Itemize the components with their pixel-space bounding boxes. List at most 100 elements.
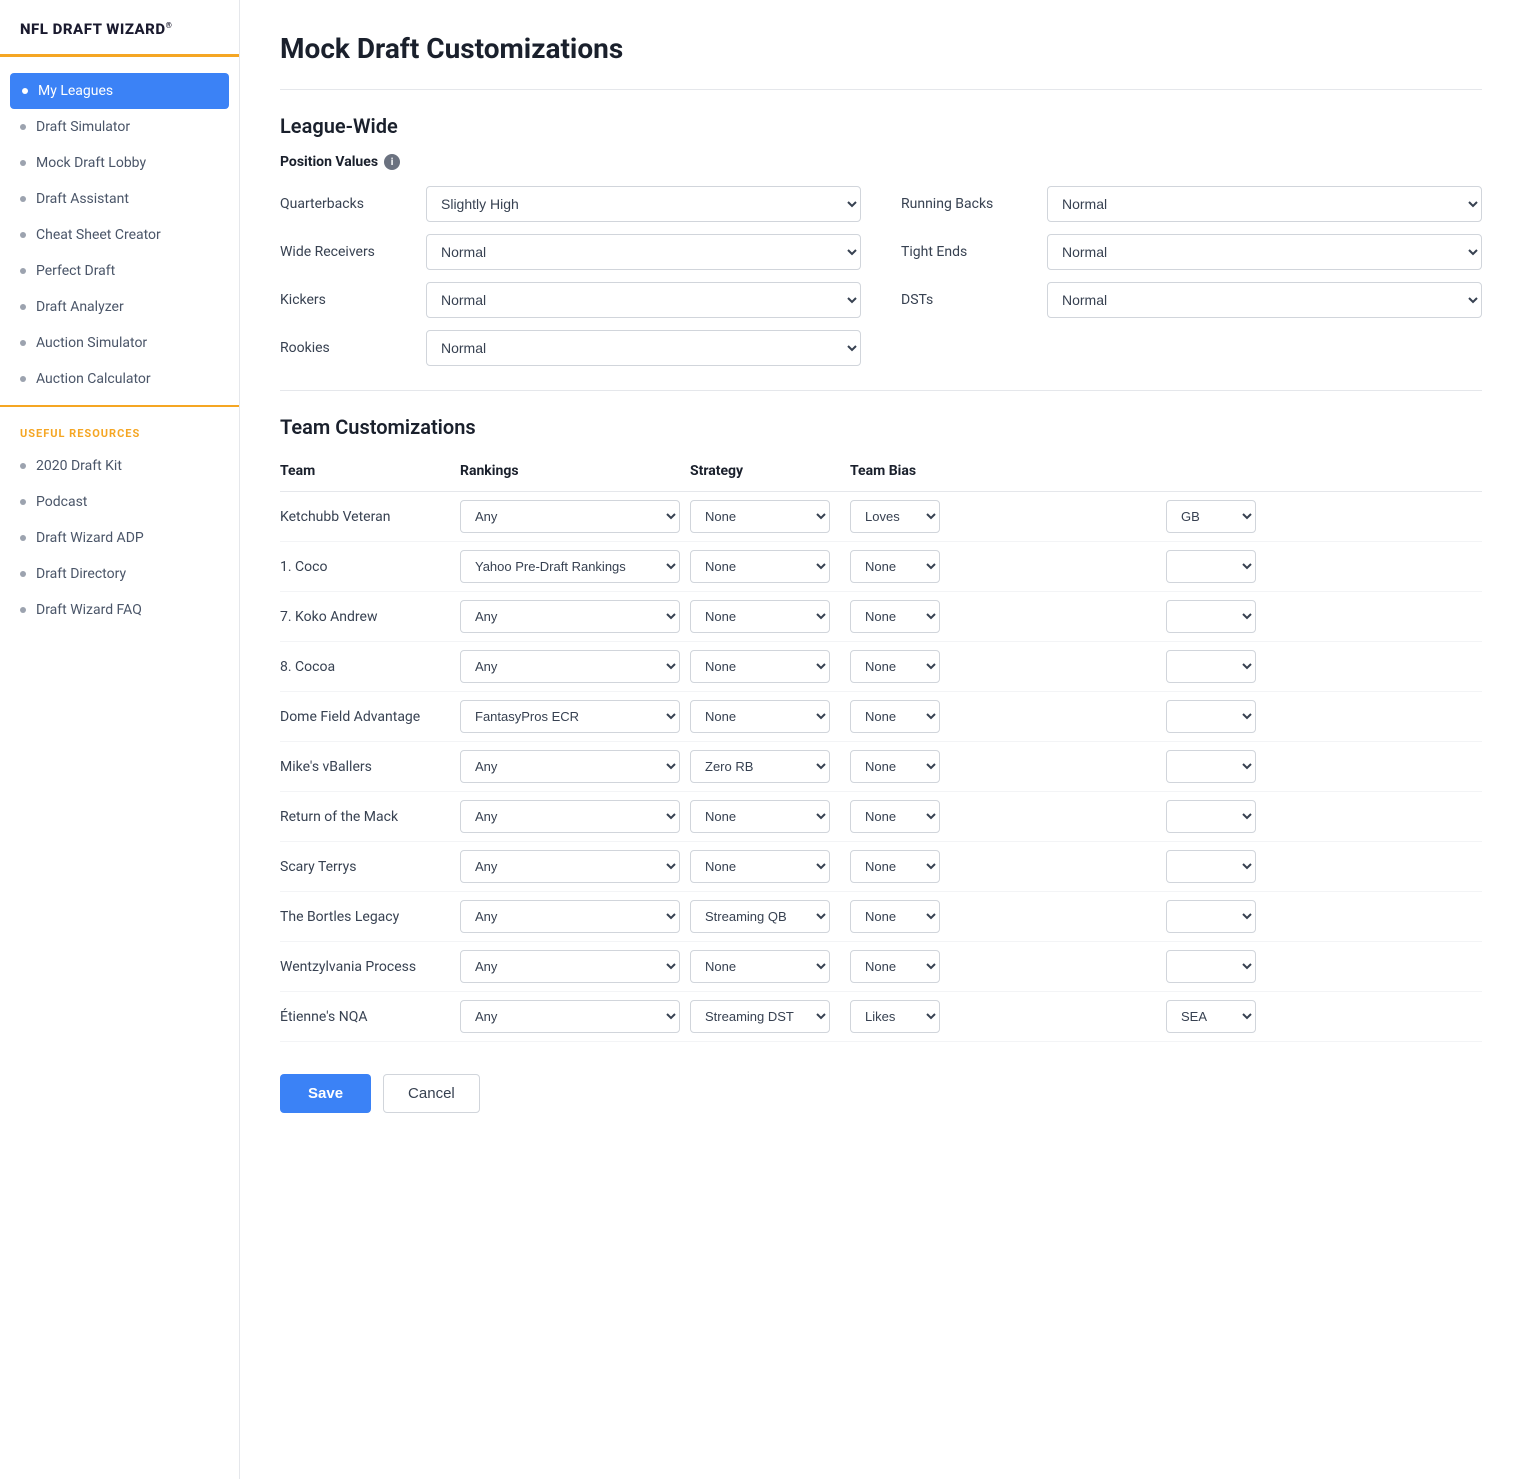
strategy-cell: NoneZero RBHero RBZero WRStreaming QBStr…	[690, 942, 850, 992]
team-name: Scary Terrys	[280, 842, 460, 892]
rankings-select[interactable]: AnyYahoo Pre-Draft RankingsFantasyPros E…	[460, 850, 680, 883]
rankings-cell: AnyYahoo Pre-Draft RankingsFantasyPros E…	[460, 942, 690, 992]
bias-pos-select[interactable]: GBSEAKCDALNESFLARBALMINPHITBBUFARICLE	[1166, 550, 1256, 583]
logo-text: NFL DRAFT WIZARD®	[20, 20, 219, 38]
info-icon[interactable]: i	[384, 154, 400, 170]
position-row-rookies: RookiesVery LowLowSlightly LowNormalSlig…	[280, 330, 861, 366]
sidebar-item-perfect-draft[interactable]: Perfect Draft	[0, 253, 239, 289]
resource-item-label: Draft Wizard FAQ	[36, 602, 142, 618]
resource-item-podcast[interactable]: Podcast	[0, 484, 239, 520]
bias-pos-cell: GBSEAKCDALNESFLARBALMINPHITBBUFARICLE	[1166, 992, 1482, 1042]
position-select-running-backs[interactable]: Very LowLowSlightly LowNormalSlightly Hi…	[1047, 186, 1482, 222]
position-select-dsts[interactable]: Very LowLowSlightly LowNormalSlightly Hi…	[1047, 282, 1482, 318]
bias-type-select[interactable]: NoneLovesLikesAvoids	[850, 850, 940, 883]
strategy-select[interactable]: NoneZero RBHero RBZero WRStreaming QBStr…	[690, 900, 830, 933]
bias-type-select[interactable]: NoneLovesLikesAvoids	[850, 550, 940, 583]
bias-type-cell: NoneLovesLikesAvoids	[850, 542, 1166, 592]
strategy-select[interactable]: NoneZero RBHero RBZero WRStreaming QBStr…	[690, 800, 830, 833]
rankings-select[interactable]: AnyYahoo Pre-Draft RankingsFantasyPros E…	[460, 700, 680, 733]
strategy-select[interactable]: NoneZero RBHero RBZero WRStreaming QBStr…	[690, 950, 830, 983]
position-select-tight-ends[interactable]: Very LowLowSlightly LowNormalSlightly Hi…	[1047, 234, 1482, 270]
strategy-select[interactable]: NoneZero RBHero RBZero WRStreaming QBStr…	[690, 500, 830, 533]
bias-type-select[interactable]: NoneLovesLikesAvoids	[850, 650, 940, 683]
bias-pos-select[interactable]: GBSEAKCDALNESFLARBALMINPHITBBUFARICLE	[1166, 950, 1256, 983]
sidebar-main-nav: My LeaguesDraft Simulator Mock Draft Lobb…	[0, 73, 239, 397]
bias-pos-cell: GBSEAKCDALNESFLARBALMINPHITBBUFARICLE	[1166, 642, 1482, 692]
bias-pos-select[interactable]: GBSEAKCDALNESFLARBALMINPHITBBUFARICLE	[1166, 750, 1256, 783]
bias-type-select[interactable]: NoneLovesLikesAvoids	[850, 750, 940, 783]
bias-type-select[interactable]: NoneLovesLikesAvoids	[850, 800, 940, 833]
sidebar-item-draft-assistant[interactable]: Draft Assistant	[0, 181, 239, 217]
strategy-select[interactable]: NoneZero RBHero RBZero WRStreaming QBStr…	[690, 750, 830, 783]
table-row: Dome Field AdvantageAnyYahoo Pre-Draft R…	[280, 692, 1482, 742]
sidebar-item-label: Mock Draft Lobby	[36, 155, 146, 171]
position-row-tight-ends: Tight EndsVery LowLowSlightly LowNormalS…	[901, 234, 1482, 270]
bias-pos-select[interactable]: GBSEAKCDALNESFLARBALMINPHITBBUFARICLE	[1166, 650, 1256, 683]
rankings-select[interactable]: AnyYahoo Pre-Draft RankingsFantasyPros E…	[460, 500, 680, 533]
bias-type-cell: NoneLovesLikesAvoids	[850, 692, 1166, 742]
bias-type-select[interactable]: NoneLovesLikesAvoids	[850, 1000, 940, 1033]
bias-type-cell: NoneLovesLikesAvoids	[850, 742, 1166, 792]
position-label: Quarterbacks	[280, 196, 410, 212]
save-button[interactable]: Save	[280, 1074, 371, 1113]
rankings-select[interactable]: AnyYahoo Pre-Draft RankingsFantasyPros E…	[460, 650, 680, 683]
bias-type-select[interactable]: NoneLovesLikesAvoids	[850, 900, 940, 933]
rankings-select[interactable]: AnyYahoo Pre-Draft RankingsFantasyPros E…	[460, 1000, 680, 1033]
nav-dot	[20, 160, 26, 166]
sidebar-item-draft-analyzer[interactable]: Draft Analyzer	[0, 289, 239, 325]
sidebar-item-mock-draft-lobby[interactable]: Mock Draft Lobby	[0, 145, 239, 181]
rankings-cell: AnyYahoo Pre-Draft RankingsFantasyPros E…	[460, 592, 690, 642]
resource-item-draft-wizard-adp[interactable]: Draft Wizard ADP	[0, 520, 239, 556]
rankings-select[interactable]: AnyYahoo Pre-Draft RankingsFantasyPros E…	[460, 550, 680, 583]
bias-pos-select[interactable]: GBSEAKCDALNESFLARBALMINPHITBBUFARICLE	[1166, 500, 1256, 533]
rankings-select[interactable]: AnyYahoo Pre-Draft RankingsFantasyPros E…	[460, 900, 680, 933]
bias-type-select[interactable]: NoneLovesLikesAvoids	[850, 950, 940, 983]
bias-pos-select[interactable]: GBSEAKCDALNESFLARBALMINPHITBBUFARICLE	[1166, 800, 1256, 833]
strategy-select[interactable]: NoneZero RBHero RBZero WRStreaming QBStr…	[690, 600, 830, 633]
position-select-kickers[interactable]: Very LowLowSlightly LowNormalSlightly Hi…	[426, 282, 861, 318]
strategy-select[interactable]: NoneZero RBHero RBZero WRStreaming QBStr…	[690, 850, 830, 883]
sidebar-item-auction-simulator[interactable]: Auction Simulator	[0, 325, 239, 361]
logo: NFL DRAFT WIZARD®	[0, 20, 239, 57]
bias-type-cell: NoneLovesLikesAvoids	[850, 492, 1166, 542]
bias-pos-select[interactable]: GBSEAKCDALNESFLARBALMINPHITBBUFARICLE	[1166, 600, 1256, 633]
rankings-select[interactable]: AnyYahoo Pre-Draft RankingsFantasyPros E…	[460, 800, 680, 833]
sidebar-item-auction-calculator[interactable]: Auction Calculator	[0, 361, 239, 397]
team-name: Étienne's NQA	[280, 992, 460, 1042]
useful-resources-title: USEFUL RESOURCES	[0, 405, 239, 448]
strategy-select[interactable]: NoneZero RBHero RBZero WRStreaming QBStr…	[690, 550, 830, 583]
resource-item-draft-directory[interactable]: Draft Directory	[0, 556, 239, 592]
sidebar-item-cheat-sheet-creator[interactable]: Cheat Sheet Creator	[0, 217, 239, 253]
position-select-wide-receivers[interactable]: Very LowLowSlightly LowNormalSlightly Hi…	[426, 234, 861, 270]
table-row: The Bortles LegacyAnyYahoo Pre-Draft Ran…	[280, 892, 1482, 942]
bias-pos-cell: GBSEAKCDALNESFLARBALMINPHITBBUFARICLE	[1166, 592, 1482, 642]
rankings-select[interactable]: AnyYahoo Pre-Draft RankingsFantasyPros E…	[460, 950, 680, 983]
strategy-select[interactable]: NoneZero RBHero RBZero WRStreaming QBStr…	[690, 700, 830, 733]
bias-pos-select[interactable]: GBSEAKCDALNESFLARBALMINPHITBBUFARICLE	[1166, 1000, 1256, 1033]
cancel-button[interactable]: Cancel	[383, 1074, 480, 1113]
sidebar-resource-nav: 2020 Draft KitPodcastDraft Wizard ADPDra…	[0, 448, 239, 628]
sidebar-item-my-leagues[interactable]: My Leagues	[10, 73, 229, 109]
strategy-select[interactable]: NoneZero RBHero RBZero WRStreaming QBStr…	[690, 650, 830, 683]
team-name: Dome Field Advantage	[280, 692, 460, 742]
position-label: DSTs	[901, 292, 1031, 308]
nav-dot	[20, 607, 26, 613]
bias-pos-select[interactable]: GBSEAKCDALNESFLARBALMINPHITBBUFARICLE	[1166, 700, 1256, 733]
position-select-rookies[interactable]: Very LowLowSlightly LowNormalSlightly Hi…	[426, 330, 861, 366]
strategy-select[interactable]: NoneZero RBHero RBZero WRStreaming QBStr…	[690, 1000, 830, 1033]
bias-type-select[interactable]: NoneLovesLikesAvoids	[850, 500, 940, 533]
bias-type-select[interactable]: NoneLovesLikesAvoids	[850, 600, 940, 633]
resource-item-2020-draft-kit[interactable]: 2020 Draft Kit	[0, 448, 239, 484]
rankings-select[interactable]: AnyYahoo Pre-Draft RankingsFantasyPros E…	[460, 750, 680, 783]
bias-type-select[interactable]: NoneLovesLikesAvoids	[850, 700, 940, 733]
nav-dot	[20, 535, 26, 541]
bias-pos-select[interactable]: GBSEAKCDALNESFLARBALMINPHITBBUFARICLE	[1166, 900, 1256, 933]
strategy-cell: NoneZero RBHero RBZero WRStreaming QBStr…	[690, 842, 850, 892]
col-header-strategy: Strategy	[690, 455, 850, 492]
resource-item-draft-wizard-faq[interactable]: Draft Wizard FAQ	[0, 592, 239, 628]
bias-pos-select[interactable]: GBSEAKCDALNESFLARBALMINPHITBBUFARICLE	[1166, 850, 1256, 883]
position-select-quarterbacks[interactable]: Very LowLowSlightly LowNormalSlightly Hi…	[426, 186, 861, 222]
position-label: Kickers	[280, 292, 410, 308]
sidebar-item-draft-simulator[interactable]: Draft Simulator	[0, 109, 239, 145]
rankings-select[interactable]: AnyYahoo Pre-Draft RankingsFantasyPros E…	[460, 600, 680, 633]
